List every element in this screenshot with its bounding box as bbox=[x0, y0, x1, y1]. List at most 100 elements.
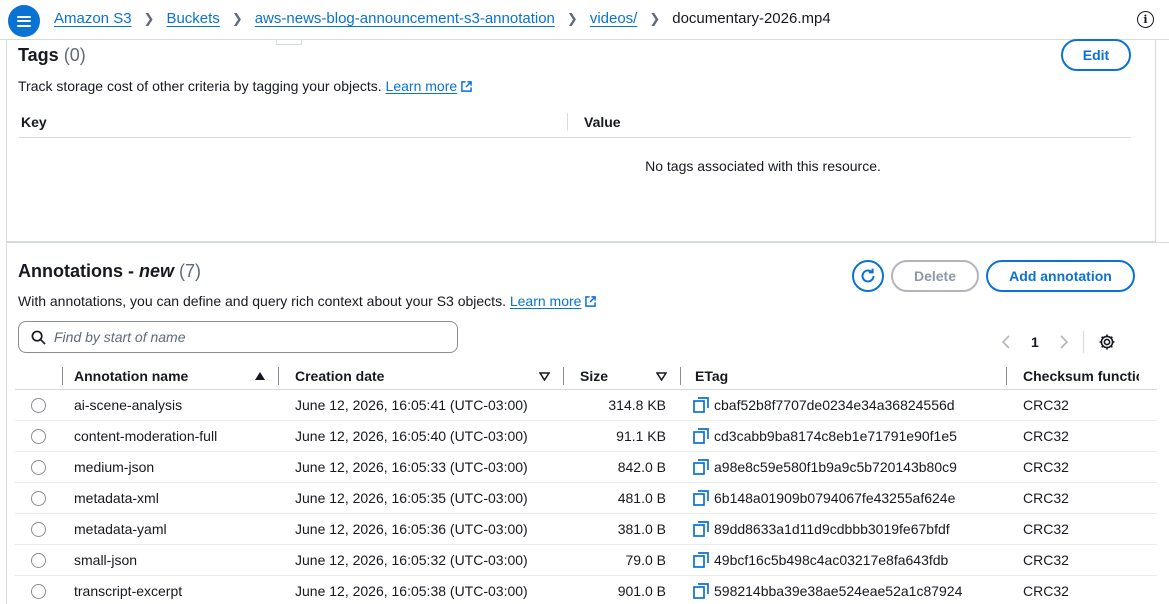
size-cell: 381.0 B bbox=[564, 513, 681, 545]
checksum-value: CRC32 bbox=[1023, 459, 1069, 475]
date-header-text: Creation date bbox=[295, 368, 385, 384]
annotations-title: Annotations - new (7) bbox=[18, 261, 201, 282]
chevron-right-icon: ❯ bbox=[143, 10, 155, 26]
add-annotation-button[interactable]: Add annotation bbox=[986, 260, 1135, 292]
gear-icon[interactable] bbox=[1098, 333, 1116, 351]
date-column-header[interactable]: Creation date bbox=[279, 363, 564, 390]
copy-icon[interactable] bbox=[693, 397, 709, 413]
row-radio[interactable] bbox=[31, 398, 46, 414]
etag-cell: 6b148a01909b0794067fe43255af624e bbox=[681, 482, 1007, 514]
breadcrumb-buckets[interactable]: Buckets bbox=[166, 10, 219, 27]
row-select-cell[interactable] bbox=[15, 513, 63, 545]
search-icon bbox=[31, 330, 46, 345]
copy-icon[interactable] bbox=[693, 521, 709, 537]
annotation-name: small-json bbox=[74, 552, 138, 568]
refresh-icon bbox=[861, 268, 875, 283]
etag-value: 89dd8633a1d11d9cdbbb3019fe67bfdf bbox=[714, 521, 950, 537]
info-icon[interactable]: i bbox=[1137, 11, 1154, 28]
etag-value: 598214bba39e38ae524eae52a1c87924 bbox=[714, 583, 963, 599]
annotation-name-cell: ai-scene-analysis bbox=[63, 389, 279, 421]
size-value: 481.0 B bbox=[617, 490, 666, 506]
row-select-cell[interactable] bbox=[15, 389, 63, 421]
tags-learn-more-link[interactable]: Learn more bbox=[386, 78, 473, 94]
table-row[interactable]: content-moderation-full June 12, 2026, 1… bbox=[15, 420, 1157, 452]
copy-icon[interactable] bbox=[693, 552, 709, 568]
size-header-text: Size bbox=[580, 368, 609, 384]
tags-count: (0) bbox=[63, 45, 86, 65]
annotation-name-cell: medium-json bbox=[63, 451, 279, 483]
copy-icon[interactable] bbox=[693, 583, 709, 599]
chevron-left-icon[interactable] bbox=[1001, 335, 1011, 349]
etag-value: cd3cabb9ba8174c8eb1e71791e90f1e5 bbox=[714, 428, 957, 444]
size-cell: 91.1 KB bbox=[564, 420, 681, 452]
table-row[interactable]: small-json June 12, 2026, 16:05:32 (UTC-… bbox=[15, 544, 1157, 576]
menu-button[interactable] bbox=[8, 5, 40, 37]
tags-table-header: Key Value bbox=[19, 112, 1131, 138]
row-radio[interactable] bbox=[31, 522, 46, 538]
row-select-cell[interactable] bbox=[15, 420, 63, 452]
table-row[interactable]: metadata-yaml June 12, 2026, 16:05:36 (U… bbox=[15, 513, 1157, 545]
row-select-cell[interactable] bbox=[15, 575, 63, 604]
table-row[interactable]: ai-scene-analysis June 12, 2026, 16:05:4… bbox=[15, 389, 1157, 421]
chevron-right-icon: ❯ bbox=[231, 10, 243, 26]
row-radio[interactable] bbox=[31, 584, 46, 600]
page-number[interactable]: 1 bbox=[1031, 334, 1039, 350]
annotations-learn-more-link[interactable]: Learn more bbox=[510, 293, 597, 309]
name-header-text: Annotation name bbox=[74, 368, 189, 384]
etag-value: 49bcf16c5b498c4ac03217e8fa643fdb bbox=[714, 552, 949, 568]
breadcrumb-folder[interactable]: videos/ bbox=[590, 10, 638, 27]
tags-empty-message: No tags associated with this resource. bbox=[645, 158, 881, 174]
search-input[interactable] bbox=[54, 329, 434, 345]
copy-icon[interactable] bbox=[693, 428, 709, 444]
tags-panel: Tags (0) Edit Track storage cost of othe… bbox=[6, 39, 1156, 242]
row-select-cell[interactable] bbox=[15, 482, 63, 514]
row-select-cell[interactable] bbox=[15, 544, 63, 576]
annotation-search-field[interactable] bbox=[18, 321, 458, 353]
sort-caret-down-icon[interactable] bbox=[656, 372, 667, 381]
table-row[interactable]: medium-json June 12, 2026, 16:05:33 (UTC… bbox=[15, 451, 1157, 483]
copy-icon[interactable] bbox=[693, 459, 709, 475]
sort-caret-down-icon[interactable] bbox=[539, 372, 550, 381]
annotation-name: metadata-xml bbox=[74, 490, 159, 506]
row-radio[interactable] bbox=[31, 429, 46, 445]
annotation-name-cell: transcript-excerpt bbox=[63, 575, 279, 604]
row-radio[interactable] bbox=[31, 460, 46, 476]
etag-column-header[interactable]: ETag bbox=[681, 363, 1007, 390]
checksum-cell: CRC32 bbox=[1007, 420, 1157, 452]
creation-date: June 12, 2026, 16:05:41 (UTC-03:00) bbox=[295, 397, 528, 413]
row-radio[interactable] bbox=[31, 491, 46, 507]
annotation-name-cell: metadata-xml bbox=[63, 482, 279, 514]
learn-more-text: Learn more bbox=[509, 293, 582, 309]
breadcrumb-amazon-s3[interactable]: Amazon S3 bbox=[54, 10, 132, 27]
annotations-description-text: With annotations, you can define and que… bbox=[18, 293, 506, 309]
breadcrumb-bucket[interactable]: aws-news-blog-announcement-s3-annotation bbox=[255, 10, 555, 27]
annotations-title-text: Annotations - bbox=[18, 261, 139, 281]
chevron-right-icon[interactable] bbox=[1059, 335, 1069, 349]
annotation-name-cell: small-json bbox=[63, 544, 279, 576]
tags-value-header: Value bbox=[584, 114, 621, 130]
refresh-button[interactable] bbox=[852, 260, 884, 292]
name-column-header[interactable]: Annotation name bbox=[63, 363, 279, 390]
table-row[interactable]: transcript-excerpt June 12, 2026, 16:05:… bbox=[15, 575, 1157, 604]
size-cell: 901.0 B bbox=[564, 575, 681, 604]
checksum-column-header[interactable]: Checksum function bbox=[1007, 363, 1157, 390]
size-cell: 842.0 B bbox=[564, 451, 681, 483]
size-column-header[interactable]: Size bbox=[564, 363, 681, 390]
table-row[interactable]: metadata-xml June 12, 2026, 16:05:35 (UT… bbox=[15, 482, 1157, 514]
sort-caret-up-icon[interactable] bbox=[255, 372, 265, 380]
edit-tags-button[interactable]: Edit bbox=[1061, 39, 1131, 71]
annotation-name-cell: metadata-yaml bbox=[63, 513, 279, 545]
annotation-name: metadata-yaml bbox=[74, 521, 167, 537]
pagination: 1 bbox=[1001, 331, 1116, 353]
delete-button[interactable]: Delete bbox=[891, 260, 979, 292]
copy-icon[interactable] bbox=[693, 490, 709, 506]
annotation-name: ai-scene-analysis bbox=[74, 397, 183, 413]
etag-value: a98e8c59e580f1b9a9c5b720143b80c9 bbox=[714, 459, 957, 475]
checksum-cell: CRC32 bbox=[1007, 544, 1157, 576]
column-divider bbox=[567, 113, 568, 131]
row-select-cell[interactable] bbox=[15, 451, 63, 483]
size-value: 91.1 KB bbox=[616, 428, 666, 444]
tags-key-header: Key bbox=[21, 114, 47, 130]
row-radio[interactable] bbox=[31, 553, 46, 569]
etag-cell: 89dd8633a1d11d9cdbbb3019fe67bfdf bbox=[681, 513, 1007, 545]
